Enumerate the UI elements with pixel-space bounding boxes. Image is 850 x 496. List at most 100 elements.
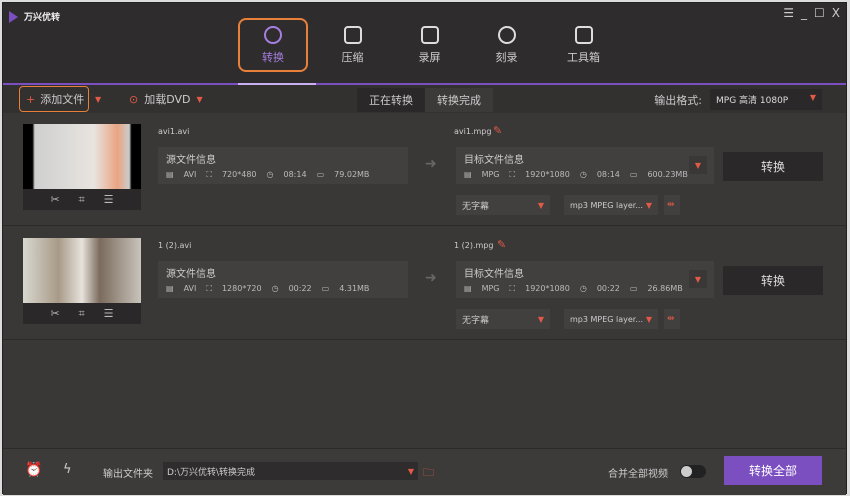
- source-info: 源文件信息 ▤ AVI ⛶ 1280*720 ◷ 00:22 ▭ 4.31MB: [158, 261, 408, 298]
- target-size: 26.86MB: [647, 284, 683, 293]
- toolbar: + 添加文件 ▼ ⊙ 加载DVD ▼ 正在转换 转换完成 输出格式: MPG 高清 1…: [3, 85, 846, 113]
- audio-value: mp3 MPEG layer...: [570, 314, 643, 324]
- tab-record[interactable]: 录屏: [391, 18, 468, 72]
- cut-icon[interactable]: ✂: [50, 193, 59, 207]
- video-thumbnail[interactable]: ✂ ⌗ ☰: [23, 124, 141, 210]
- source-format: AVI: [183, 170, 197, 179]
- format-icon: ▤: [464, 284, 472, 293]
- effects-icon[interactable]: ☰: [104, 307, 114, 321]
- dropdown-icon: ▼: [809, 93, 816, 102]
- folder-icon: ▭: [629, 284, 638, 293]
- source-resolution: 720*480: [221, 170, 257, 179]
- tab-label: 转换: [262, 50, 284, 64]
- clock-icon: ◷: [271, 284, 279, 293]
- add-file-dropdown-icon[interactable]: ▼: [95, 95, 101, 104]
- audio-select[interactable]: mp3 MPEG layer... ▼: [564, 195, 658, 215]
- resolution-icon: ⛶: [509, 170, 516, 179]
- split-icon: ⇹: [667, 200, 675, 210]
- arrow-icon: ➜: [425, 270, 437, 286]
- tab-converting[interactable]: 正在转换: [357, 88, 425, 112]
- convert-button[interactable]: 转换: [723, 152, 823, 181]
- video-thumbnail[interactable]: ✂ ⌗ ☰: [23, 238, 141, 324]
- source-info-title: 源文件信息: [166, 269, 216, 280]
- tab-burn[interactable]: 刻录: [468, 18, 545, 72]
- dropdown-icon: ▼: [645, 314, 652, 324]
- target-size: 600.23MB: [647, 170, 688, 179]
- source-info: 源文件信息 ▤ AVI ⛶ 720*480 ◷ 08:14 ▭ 79.02MB: [158, 147, 408, 184]
- convert-all-button[interactable]: 转换全部: [724, 456, 822, 485]
- output-format-label: 输出格式:: [654, 93, 702, 107]
- tab-label: 刻录: [495, 50, 518, 64]
- open-folder-icon[interactable]: 🗀: [423, 464, 434, 483]
- load-dvd-label: 加载DVD: [144, 93, 191, 106]
- dropdown-icon: ▼: [196, 94, 203, 104]
- source-format: AVI: [183, 284, 197, 293]
- target-info: 目标文件信息 ▤ MPG ⛶ 1920*1080 ◷ 08:14 ▭ 600.23MB: [456, 147, 714, 184]
- maximize-button[interactable]: ☐: [814, 6, 825, 20]
- plus-icon: +: [26, 92, 36, 106]
- output-path-select[interactable]: D:\万兴优转\转换完成 ▼: [163, 462, 418, 480]
- target-resolution: 1920*1080: [525, 170, 570, 179]
- target-duration: 00:22: [596, 284, 620, 293]
- subtitle-select[interactable]: 无字幕 ▼: [456, 195, 550, 215]
- source-filename: 1 (2).avi: [158, 241, 192, 250]
- format-icon: ▤: [464, 170, 472, 179]
- merge-toggle[interactable]: [680, 465, 706, 478]
- tab-compress[interactable]: 压缩: [314, 18, 391, 72]
- add-file-label: 添加文件: [40, 93, 85, 106]
- header: 万兴优转 ☰ _ ☐ X 转换 压缩 录屏 刻录 工具箱: [3, 3, 846, 83]
- close-button[interactable]: X: [832, 6, 840, 20]
- add-file-button[interactable]: + 添加文件: [19, 86, 89, 112]
- cut-icon[interactable]: ✂: [50, 307, 59, 321]
- logo-icon: [9, 10, 18, 23]
- target-info-title: 目标文件信息: [464, 269, 524, 280]
- merge-label: 合并全部视频: [608, 469, 668, 480]
- format-icon: ▤: [166, 170, 174, 179]
- target-filename: 1 (2).mpg: [454, 241, 494, 250]
- load-dvd-button[interactable]: ⊙ 加载DVD ▼: [129, 91, 203, 107]
- thumbnail-image: [23, 238, 141, 303]
- audio-select[interactable]: mp3 MPEG layer... ▼: [564, 309, 658, 329]
- target-format-dropdown[interactable]: ▼: [689, 156, 707, 174]
- tab-finished[interactable]: 转换完成: [425, 88, 493, 112]
- folder-icon: ▭: [316, 170, 325, 179]
- resolution-icon: ⛶: [509, 284, 516, 293]
- edit-icon[interactable]: ✎: [493, 124, 502, 137]
- subtitle-value: 无字幕: [462, 315, 490, 326]
- audio-split-button[interactable]: ⇹: [664, 195, 680, 215]
- alarm-clock-icon[interactable]: ⏰: [25, 462, 42, 478]
- tab-label: 压缩: [341, 50, 364, 64]
- convert-button[interactable]: 转换: [723, 266, 823, 295]
- crop-icon[interactable]: ⌗: [79, 307, 85, 321]
- tab-toolbox[interactable]: 工具箱: [545, 18, 622, 72]
- target-duration: 08:14: [596, 170, 620, 179]
- record-icon: [420, 25, 439, 44]
- tab-convert[interactable]: 转换: [238, 18, 308, 72]
- target-info-title: 目标文件信息: [464, 155, 524, 166]
- output-format-value: MPG 高清 1080P: [716, 96, 789, 106]
- output-format-select[interactable]: MPG 高清 1080P ▼: [710, 89, 822, 110]
- footer: ⏰ ϟ 输出文件夹 D:\万兴优转\转换完成 ▼ 🗀 合并全部视频 转换全部: [3, 448, 846, 495]
- file-row: ✂ ⌗ ☰ 1 (2).avi 源文件信息 ▤ AVI ⛶ 1280*720 ◷ 00:22 ▭…: [3, 228, 846, 340]
- target-format: MPG: [481, 170, 500, 179]
- edit-icon[interactable]: ✎: [497, 238, 506, 251]
- crop-icon[interactable]: ⌗: [79, 193, 85, 207]
- split-icon: ⇹: [667, 314, 675, 324]
- output-path-value: D:\万兴优转\转换完成: [167, 467, 256, 478]
- source-size: 79.02MB: [334, 170, 370, 179]
- source-size: 4.31MB: [339, 284, 370, 293]
- lightning-icon[interactable]: ϟ: [63, 462, 72, 477]
- menu-icon[interactable]: ☰: [783, 6, 794, 20]
- app-title: 万兴优转: [24, 13, 61, 23]
- target-format-dropdown[interactable]: ▼: [689, 270, 707, 288]
- folder-icon: ▭: [629, 170, 638, 179]
- arrow-icon: ➜: [425, 156, 437, 172]
- minimize-button[interactable]: _: [801, 6, 807, 20]
- target-resolution: 1920*1080: [525, 284, 570, 293]
- source-duration: 00:22: [288, 284, 312, 293]
- effects-icon[interactable]: ☰: [104, 193, 114, 207]
- clock-icon: ◷: [266, 170, 274, 179]
- audio-split-button[interactable]: ⇹: [664, 309, 680, 329]
- dropdown-icon: ▼: [694, 274, 702, 284]
- subtitle-select[interactable]: 无字幕 ▼: [456, 309, 550, 329]
